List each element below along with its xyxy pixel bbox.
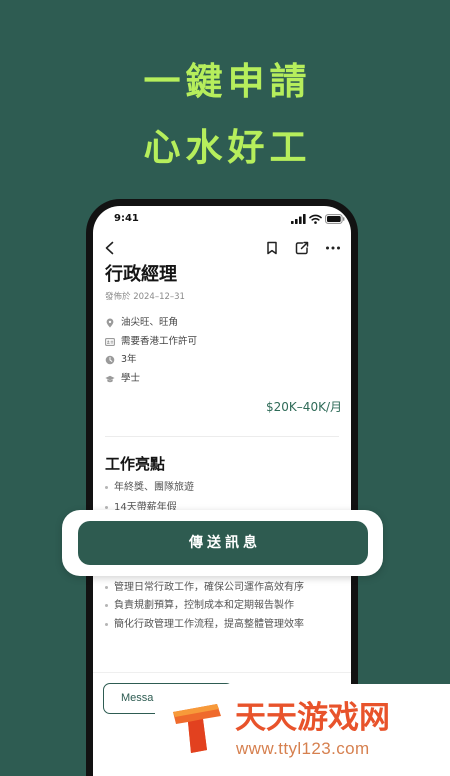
detail-education-text: 學士	[121, 373, 141, 384]
send-message-button[interactable]: 傳送訊息	[78, 521, 368, 565]
location-pin-icon	[106, 318, 114, 328]
posted-date: 發佈於 2024–12–31	[105, 292, 185, 302]
watermark-logo-icon	[173, 704, 221, 753]
highlight-text: 年終獎、團隊旅遊	[114, 482, 194, 493]
share-icon[interactable]	[294, 240, 310, 256]
list-item: 簡化行政管理工作流程，提高整體管理效率	[105, 618, 304, 631]
bullet-dot	[105, 604, 108, 607]
wifi-icon	[309, 214, 322, 224]
watermark: 天天游戏网 www.ttyl123.com	[155, 684, 450, 776]
watermark-url: www.ttyl123.com	[236, 739, 370, 758]
signal-icon	[291, 214, 306, 224]
bullet-dot	[105, 586, 108, 589]
id-card-icon	[105, 338, 115, 346]
list-item: 負責規劃預算，控制成本和定期報告製作	[105, 599, 294, 612]
list-item: 年終獎、團隊旅遊	[105, 481, 194, 494]
bullet-dot	[105, 506, 108, 509]
bullet-dot	[105, 486, 108, 489]
send-message-card: 傳送訊息	[62, 510, 383, 576]
detail-location: 油尖旺、旺角	[105, 317, 178, 329]
bookmark-icon[interactable]	[264, 240, 280, 256]
job-title: 行政經理	[105, 264, 177, 285]
highlights-heading: 工作亮點	[105, 455, 166, 473]
battery-icon	[325, 214, 345, 224]
back-chevron-icon[interactable]	[102, 240, 118, 256]
headline-line-2: 心水好工	[143, 126, 312, 169]
divider	[105, 436, 339, 437]
duty-text: 簡化行政管理工作流程，提高整體管理效率	[114, 619, 304, 630]
bottom-bar-divider	[93, 672, 351, 673]
bullet-dot	[105, 623, 108, 626]
status-time: 9:41	[114, 213, 139, 224]
list-item: 管理日常行政工作，確保公司運作高效有序	[105, 581, 304, 594]
headline-line-1: 一鍵申請	[143, 60, 312, 103]
more-icon[interactable]	[325, 240, 341, 256]
detail-location-text: 油尖旺、旺角	[121, 317, 179, 328]
detail-education: 學士	[105, 373, 140, 385]
status-icons	[291, 214, 345, 224]
duty-text: 負責規劃預算，控制成本和定期報告製作	[114, 600, 294, 611]
detail-work-permit: 需要香港工作許可	[105, 336, 197, 348]
watermark-name: 天天游戏网	[235, 700, 390, 736]
salary: $20K–40K/月	[266, 400, 342, 414]
graduation-cap-icon	[105, 375, 115, 383]
duty-text: 管理日常行政工作，確保公司運作高效有序	[114, 582, 304, 593]
detail-experience-text: 3年	[121, 354, 137, 365]
clock-icon	[105, 355, 115, 365]
detail-work-permit-text: 需要香港工作許可	[121, 336, 198, 347]
detail-experience: 3年	[105, 354, 137, 366]
